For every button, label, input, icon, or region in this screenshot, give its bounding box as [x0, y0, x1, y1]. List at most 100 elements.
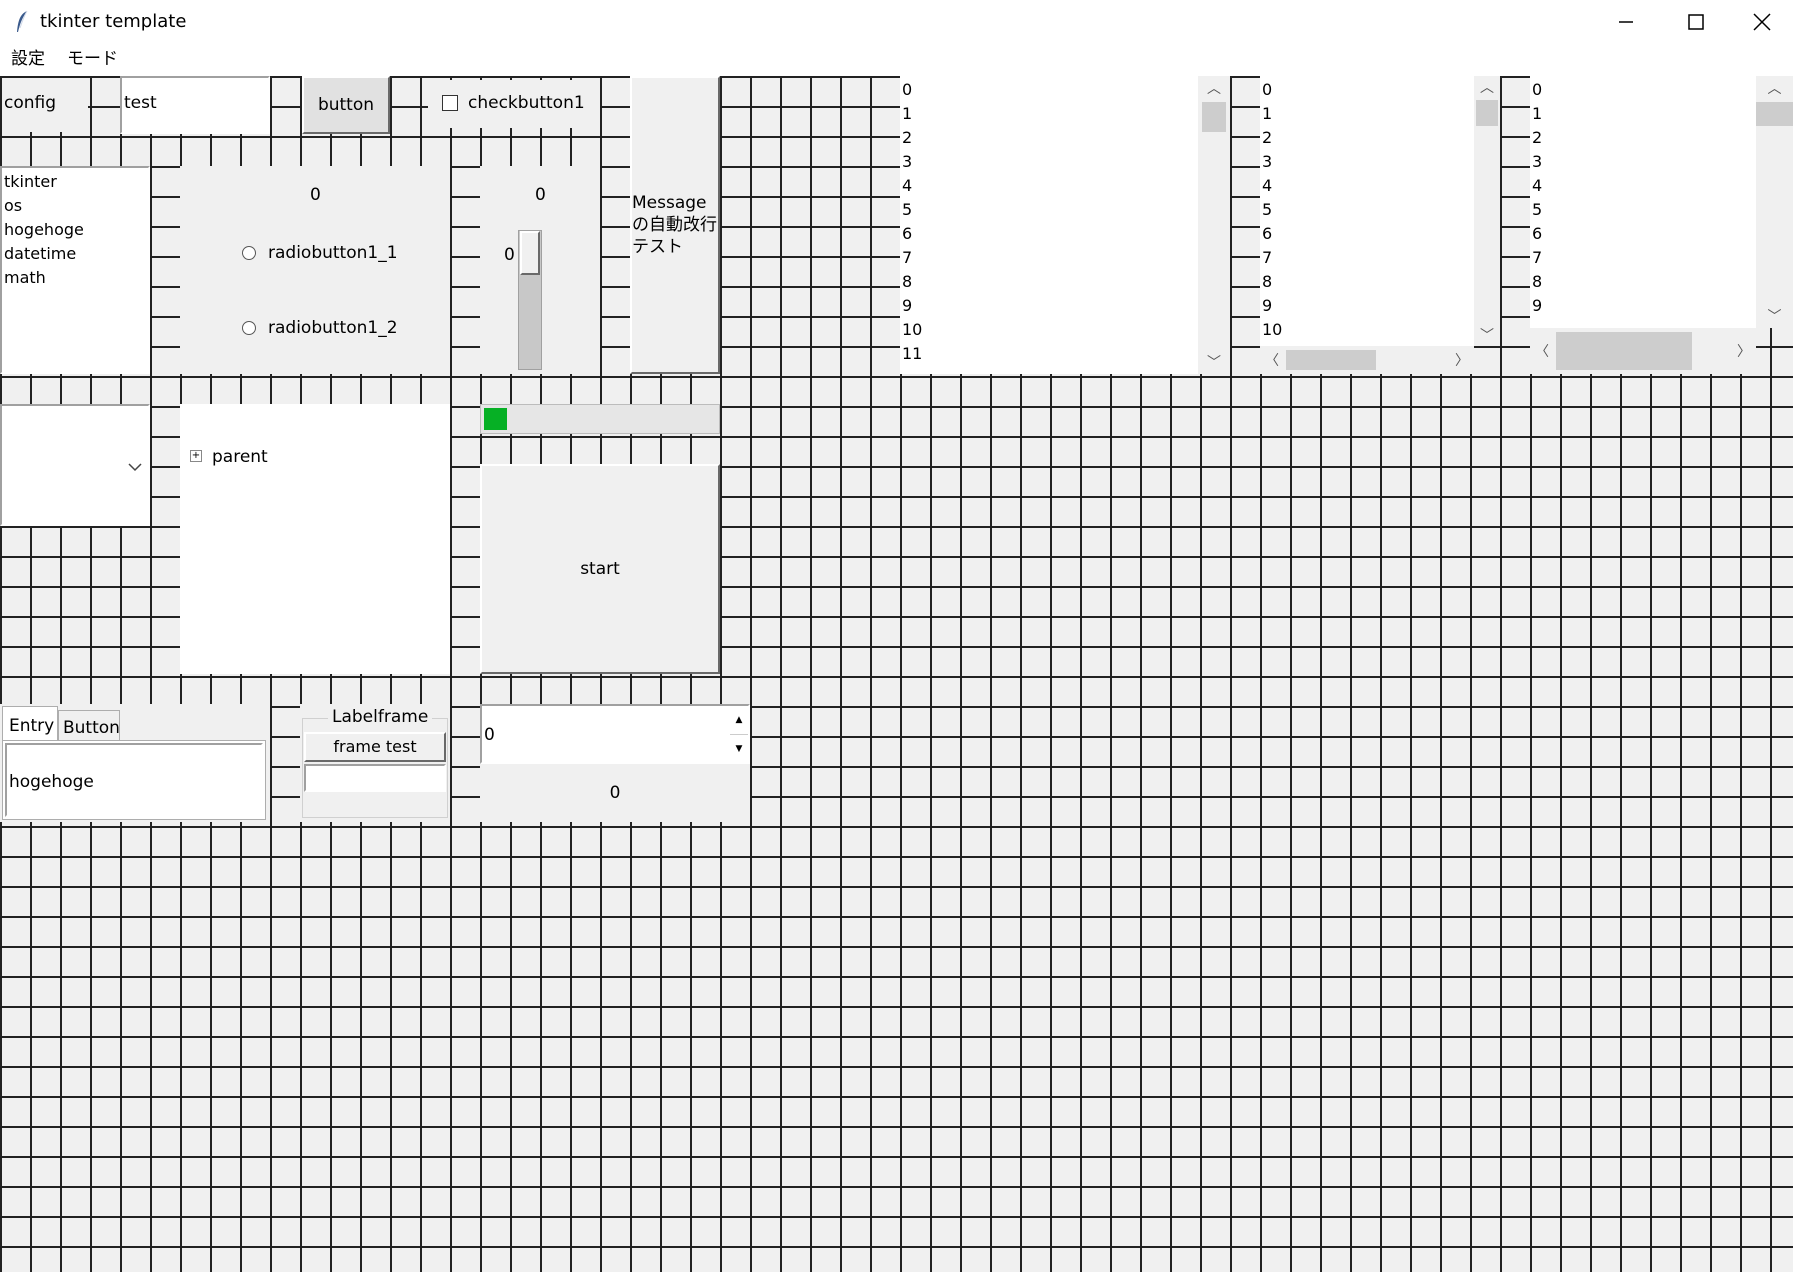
scroll-thumb[interactable] — [1476, 100, 1498, 126]
list-item[interactable]: 10 — [1260, 318, 1474, 342]
scroll-right-icon[interactable]: 〉 — [1450, 346, 1474, 374]
minimize-button[interactable] — [1591, 0, 1661, 44]
menu-mode[interactable]: モード — [67, 48, 118, 70]
start-button[interactable]: start — [480, 464, 720, 674]
list-item[interactable]: 9 — [900, 294, 1198, 318]
frame-test-button[interactable]: frame test — [304, 732, 446, 762]
list-item[interactable]: 5 — [1530, 198, 1756, 222]
list-item[interactable]: 7 — [1530, 246, 1756, 270]
list2-vscrollbar[interactable]: ︿ ﹀ — [1474, 76, 1500, 346]
list-item[interactable]: 2 — [900, 126, 1198, 150]
radio-option-2[interactable]: radiobutton1_2 — [268, 317, 398, 339]
tree-root-item[interactable]: parent — [212, 446, 268, 468]
menu-bar — [0, 44, 1793, 76]
scroll-up-icon[interactable]: ︿ — [1756, 76, 1793, 100]
tab-entry[interactable]: Entry — [2, 706, 58, 740]
notebook-page: hogehoge — [2, 740, 266, 820]
list-item[interactable]: 7 — [900, 246, 1198, 270]
labelframe: Labelframe frame test — [300, 704, 450, 822]
list3-hscrollbar[interactable]: 〈 〉 — [1530, 328, 1756, 374]
scroll-up-icon[interactable]: ︿ — [1198, 76, 1230, 100]
number-listbox-1[interactable]: 0 1 2 3 4 5 6 7 8 9 10 11 — [900, 76, 1198, 374]
scroll-down-icon[interactable]: ﹀ — [1198, 350, 1230, 374]
spin-down-icon[interactable]: ▼ — [730, 734, 748, 762]
list-item[interactable]: 0 — [900, 78, 1198, 102]
checkbox-box[interactable] — [442, 95, 458, 111]
spinbox-label: 0 — [480, 764, 750, 822]
progressbar — [480, 404, 720, 434]
list-item[interactable]: 5 — [1260, 198, 1474, 222]
list2-hscrollbar[interactable]: 〈 〉 — [1260, 346, 1474, 374]
maximize-button[interactable] — [1661, 0, 1731, 44]
number-listbox-3[interactable]: 0123456789 — [1530, 76, 1756, 328]
treeview[interactable]: + parent — [180, 404, 450, 674]
radio-button[interactable] — [242, 321, 256, 335]
list-item[interactable]: 3 — [1530, 150, 1756, 174]
scale-value-label: 0 — [504, 245, 515, 265]
list-item[interactable]: hogehoge — [2, 218, 148, 242]
menu-settings[interactable]: 設定 — [11, 48, 45, 70]
list-item[interactable]: 1 — [1260, 102, 1474, 126]
list-item[interactable]: 0 — [1260, 78, 1474, 102]
list-item[interactable]: 6 — [1260, 222, 1474, 246]
scroll-down-icon[interactable]: ﹀ — [1474, 324, 1500, 346]
list-item[interactable]: os — [2, 194, 148, 218]
close-button[interactable] — [1731, 0, 1793, 44]
list1-vscrollbar[interactable]: ︿ ﹀ — [1198, 76, 1230, 374]
chevron-down-icon[interactable] — [128, 462, 142, 472]
list-item[interactable]: 3 — [900, 150, 1198, 174]
scroll-thumb[interactable] — [1202, 102, 1226, 132]
list-item[interactable]: 4 — [1530, 174, 1756, 198]
scroll-thumb[interactable] — [1556, 332, 1692, 370]
scale-slider[interactable] — [520, 231, 540, 275]
list-item[interactable]: 0 — [1530, 78, 1756, 102]
spinbox[interactable]: 0 ▲ ▼ — [480, 704, 750, 764]
scroll-down-icon[interactable]: ﹀ — [1756, 304, 1793, 328]
plus-box-icon[interactable]: + — [190, 450, 202, 462]
list-item[interactable]: 6 — [1530, 222, 1756, 246]
scale-trough[interactable] — [518, 230, 542, 370]
tab-button[interactable]: Button — [58, 710, 120, 740]
spin-up-icon[interactable]: ▲ — [730, 706, 748, 734]
number-listbox-2[interactable]: 0 1 2 3 4 5 6 7 8 9 10 — [1260, 76, 1474, 346]
list-item[interactable]: 5 — [900, 198, 1198, 222]
list-item[interactable]: datetime — [2, 242, 148, 266]
list-item[interactable]: 4 — [1260, 174, 1474, 198]
list-item[interactable]: 6 — [900, 222, 1198, 246]
checkbutton[interactable]: checkbutton1 — [428, 80, 600, 128]
list3-vscrollbar[interactable]: ︿ ﹀ — [1756, 76, 1793, 328]
list-item[interactable]: tkinter — [2, 170, 148, 194]
button[interactable]: button — [302, 76, 390, 134]
list-item[interactable]: 8 — [1530, 270, 1756, 294]
scroll-up-icon[interactable]: ︿ — [1474, 76, 1500, 98]
list-item[interactable]: 7 — [1260, 246, 1474, 270]
list-item[interactable]: 9 — [1260, 294, 1474, 318]
list-item[interactable]: 4 — [900, 174, 1198, 198]
list-item[interactable]: 8 — [900, 270, 1198, 294]
text-entry[interactable]: test — [120, 76, 270, 134]
scroll-left-icon[interactable]: 〈 — [1530, 328, 1554, 374]
list-item[interactable]: 2 — [1530, 126, 1756, 150]
notebook-entry[interactable]: hogehoge — [5, 743, 263, 817]
message: Messageの自動改行テスト — [630, 76, 720, 374]
list-item[interactable]: math — [2, 266, 148, 290]
list-item[interactable]: 1 — [900, 102, 1198, 126]
module-listbox[interactable]: tkinter os hogehoge datetime math — [0, 166, 150, 374]
scroll-left-icon[interactable]: 〈 — [1260, 346, 1284, 374]
scroll-thumb[interactable] — [1756, 102, 1793, 126]
combobox[interactable] — [0, 404, 150, 526]
scroll-thumb[interactable] — [1286, 350, 1376, 370]
list-item[interactable]: 9 — [1530, 294, 1756, 318]
radio-button[interactable] — [242, 246, 256, 260]
radio-option-1[interactable]: radiobutton1_1 — [268, 242, 398, 264]
list-item[interactable]: 8 — [1260, 270, 1474, 294]
labelframe-entry[interactable] — [304, 764, 446, 792]
list-item[interactable]: 1 — [1530, 102, 1756, 126]
list-item[interactable]: 10 — [900, 318, 1198, 342]
window-title: tkinter template — [40, 11, 187, 32]
notebook: Entry Button hogehoge — [0, 704, 270, 822]
list-item[interactable]: 2 — [1260, 126, 1474, 150]
list-item[interactable]: 3 — [1260, 150, 1474, 174]
list-item[interactable]: 11 — [900, 342, 1198, 366]
scroll-right-icon[interactable]: 〉 — [1732, 328, 1756, 374]
